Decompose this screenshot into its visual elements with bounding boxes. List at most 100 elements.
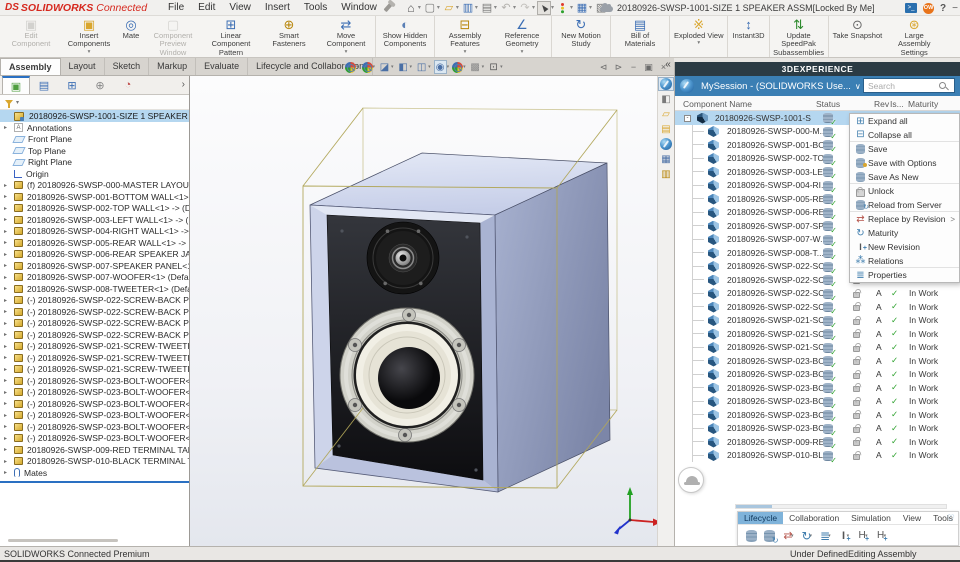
tree-item[interactable]: ▸ 20180926-SWSP-007-SPEAKER PANEL<1> -> …	[0, 260, 189, 272]
expander-icon[interactable]: ▸	[4, 423, 12, 430]
component-row[interactable]: - 20180926-SWSP-009-RE... A ✓ In Work	[675, 435, 960, 449]
expander-icon[interactable]: ▸	[4, 331, 12, 338]
tree-item[interactable]: ▸ Mates	[0, 467, 189, 479]
previous-window-icon[interactable]: ⊲	[598, 62, 609, 73]
tree-item[interactable]: ▸ 20180926-SWSP-002-TOP WALL<1> -> (Defa…	[0, 203, 189, 215]
context-menu-item[interactable]: Properties	[850, 268, 959, 282]
component-row[interactable]: - 20180926-SWSP-010-BL... A ✓ In Work	[675, 449, 960, 463]
component-row[interactable]: - 20180926-SWSP-021-SC... A ✓ In Work	[675, 327, 960, 341]
dropdown-arrow-icon[interactable]: ▾	[697, 41, 700, 46]
tree-item[interactable]: ▸ (-) 20180926-SWSP-023-BOLT-WOOFER<7> (…	[0, 375, 189, 387]
column-status[interactable]: Status	[816, 99, 840, 109]
tree-item[interactable]: ▸ (-) 20180926-SWSP-023-BOLT-WOOFER<12> …	[0, 433, 189, 445]
dropdown-arrow-icon[interactable]: ▾	[482, 64, 485, 70]
ribbon-button[interactable]: Bill of Materials ▾	[612, 16, 670, 57]
tree-root-item[interactable]: 20180926-SWSP-1001-SIZE 1 SPEAKER ASSM (…	[0, 110, 189, 122]
ribbon-button[interactable]: Take Snapshot ▾	[830, 16, 886, 57]
dropdown-arrow-icon[interactable]: ▾	[410, 64, 413, 70]
component-row[interactable]: - 20180926-SWSP-022-SC... A ✓ In Work	[675, 287, 960, 301]
dropdown-arrow-icon[interactable]: ▾	[345, 50, 348, 55]
ribbon-button[interactable]: Assembly Features ▾	[436, 16, 494, 57]
expander-icon[interactable]: ▸	[4, 182, 12, 189]
pin-menubar-icon[interactable]	[383, 3, 392, 12]
ribbon-button[interactable]: Smart Fasteners ▾	[260, 16, 318, 57]
tree-item[interactable]: ▸ 20180926-SWSP-006-REAR SPEAKER JACK PA…	[0, 249, 189, 261]
expander-icon[interactable]: ▸	[4, 205, 12, 212]
tree-item[interactable]: ▸ (-) 20180926-SWSP-023-BOLT-WOOFER<9> (…	[0, 398, 189, 410]
replace-by-revision-icon[interactable]	[781, 529, 795, 543]
dropdown-arrow-icon[interactable]: ▾	[88, 50, 91, 55]
flyout-arrow-icon[interactable]: ›	[182, 79, 185, 90]
expander-icon[interactable]: ▸	[4, 124, 12, 131]
component-row[interactable]: - 20180926-SWSP-021-SC... A ✓ In Work	[675, 314, 960, 328]
action-bar-tab[interactable]: Lifecycle	[738, 512, 783, 524]
design-library-icon[interactable]	[658, 107, 674, 121]
tree-item[interactable]: ▸ Front Plane	[0, 134, 189, 146]
ribbon-button[interactable]: Insert Components ▾	[60, 16, 118, 57]
undo-icon[interactable]	[499, 1, 513, 15]
commandmanager-tab[interactable]: Evaluate	[196, 58, 248, 75]
rollback-bar[interactable]	[0, 481, 189, 483]
context-menu-item[interactable]: Unlock	[850, 184, 959, 198]
dropdown-arrow-icon[interactable]: ▾	[391, 64, 394, 70]
expander-icon[interactable]: ▸	[4, 377, 12, 384]
tree-item[interactable]: ▸ (-) 20180926-SWSP-021-SCREW-TWEETER<10…	[0, 364, 189, 376]
collapse-expander-icon[interactable]: -	[684, 115, 691, 122]
configurationmanager-icon[interactable]	[58, 76, 86, 94]
expander-icon[interactable]: ▸	[4, 308, 12, 315]
tree-item[interactable]: ▸ (-) 20180926-SWSP-021-SCREW-TWEETER<9>…	[0, 352, 189, 364]
context-menu-item[interactable]: Replace by Revision >	[850, 212, 959, 226]
expander-icon[interactable]: ▸	[4, 320, 12, 327]
column-rev[interactable]: Rev	[874, 99, 889, 109]
search-icon[interactable]	[939, 82, 946, 89]
dropdown-arrow-icon[interactable]: ▾	[463, 64, 466, 70]
restore-window-icon[interactable]: ▣	[643, 62, 654, 73]
component-row[interactable]: - 20180926-SWSP-023-BO... A ✓ In Work	[675, 381, 960, 395]
ribbon-button[interactable]: Mate ▾	[118, 16, 144, 57]
context-menu-item[interactable]: Collapse all	[850, 128, 959, 142]
context-menu-item[interactable]: Save	[850, 142, 959, 156]
rebuild-icon[interactable]	[556, 1, 570, 15]
tree-item[interactable]: ▸ (f) 20180926-SWSP-000-MASTER LAYOUT PA…	[0, 180, 189, 192]
view-settings-icon[interactable]	[487, 60, 500, 74]
tree-item[interactable]: ▸ 20180926-SWSP-003-LEFT WALL<1> -> (Def…	[0, 214, 189, 226]
tree-item[interactable]: ▸ 20180926-SWSP-004-RIGHT WALL<1> -> (De…	[0, 226, 189, 238]
expander-icon[interactable]: ▸	[4, 435, 12, 442]
tree-item[interactable]: ▸ (-) 20180926-SWSP-023-BOLT-WOOFER<10> …	[0, 410, 189, 422]
update-icon[interactable]	[763, 529, 777, 543]
file-properties-icon[interactable]	[575, 1, 589, 15]
favorites-heart-icon[interactable]: ♡	[947, 512, 955, 525]
tree-item[interactable]: ▸ (-) 20180926-SWSP-022-SCREW-BACK PLATE…	[0, 329, 189, 341]
tree-item[interactable]: ▸ 20180926-SWSP-008-TWEETER<1> (Default)…	[0, 283, 189, 295]
command-prompt-icon[interactable]: >_	[905, 3, 917, 13]
ribbon-button[interactable]: Move Component ▾	[318, 16, 376, 57]
ribbon-button[interactable]: Large Assembly Settings ▾	[885, 16, 943, 57]
dropdown-arrow-icon[interactable]: ▾	[16, 99, 19, 106]
tweeter[interactable]	[367, 222, 439, 294]
relations2-icon[interactable]	[818, 529, 832, 543]
dropdown-arrow-icon[interactable]: ▾	[418, 4, 421, 11]
scrollbar-thumb[interactable]	[736, 505, 772, 508]
save-icon[interactable]	[461, 1, 475, 15]
redo-icon[interactable]	[518, 1, 532, 15]
component-row[interactable]: - 20180926-SWSP-023-BO... A ✓ In Work	[675, 422, 960, 436]
ribbon-button[interactable]: Reference Geometry ▾	[494, 16, 552, 57]
dropdown-arrow-icon[interactable]: ▾	[437, 4, 440, 11]
save-lifecycle-icon[interactable]	[744, 529, 758, 543]
expander-icon[interactable]: ▸	[4, 216, 12, 223]
expander-icon[interactable]: ▸	[4, 469, 12, 476]
dropdown-arrow-icon[interactable]: ▾	[475, 4, 478, 11]
dropdown-arrow-icon[interactable]: ▾	[428, 64, 431, 70]
file-explorer-icon[interactable]	[658, 122, 674, 136]
section-view-icon[interactable]	[378, 60, 391, 74]
component-row[interactable]: - 20180926-SWSP-023-BO... A ✓ In Work	[675, 368, 960, 382]
context-menu-item[interactable]: Maturity	[850, 226, 959, 240]
expander-icon[interactable]: ▸	[4, 389, 12, 396]
component-row[interactable]: - 20180926-SWSP-021-SC... A ✓ In Work	[675, 341, 960, 355]
edit-appearance-icon[interactable]	[452, 62, 463, 73]
context-menu-item[interactable]: Save with Options	[850, 156, 959, 170]
column-is[interactable]: Is...	[890, 99, 904, 109]
tree-item[interactable]: ▸ (-) 20180926-SWSP-023-BOLT-WOOFER<8> (…	[0, 387, 189, 399]
tree-item[interactable]: ▸ Annotations	[0, 122, 189, 134]
dimxpertmanager-icon[interactable]	[86, 76, 114, 94]
